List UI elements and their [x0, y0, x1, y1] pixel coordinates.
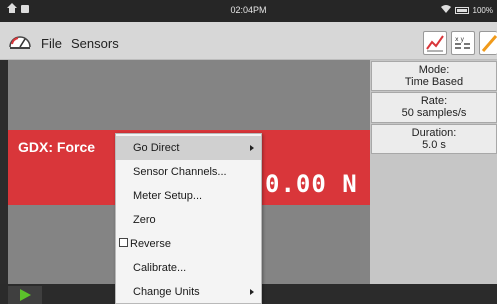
meter-gauge-icon[interactable] [8, 30, 32, 52]
wifi-icon [440, 5, 451, 15]
sensors-menu[interactable]: Sensors [71, 36, 119, 51]
menu-item-sensor-channels[interactable]: Sensor Channels... [116, 160, 261, 184]
meter-sensor-label[interactable]: GDX: Force [18, 139, 95, 155]
menu-item-label: Change Units [133, 286, 200, 298]
menu-item-label: Zero [133, 214, 156, 226]
menu-item-meter-setup[interactable]: Meter Setup... [116, 184, 261, 208]
pencil-icon [481, 35, 497, 52]
menu-item-go-direct[interactable]: Go Direct [116, 136, 261, 160]
duration-cell[interactable]: Duration: 5.0 s [371, 124, 497, 154]
duration-label: Duration: [411, 127, 457, 139]
reverse-checkbox[interactable] [119, 238, 128, 247]
mode-cell[interactable]: Mode: Time Based [371, 61, 497, 91]
menu-item-calibrate[interactable]: Calibrate... [116, 256, 261, 280]
rate-value: 50 samples/s [401, 107, 467, 119]
rate-label: Rate: [420, 95, 448, 107]
collect-button[interactable] [8, 286, 42, 304]
battery-icon [454, 6, 469, 14]
graph-view-button[interactable] [423, 31, 447, 55]
menu-item-label: Reverse [130, 238, 171, 250]
meter-context-menu: Go Direct Sensor Channels... Meter Setup… [115, 133, 262, 304]
menu-item-zero[interactable]: Zero [116, 208, 261, 232]
menu-item-change-units[interactable]: Change Units [116, 280, 261, 304]
submenu-arrow-icon [250, 145, 254, 151]
rate-cell[interactable]: Rate: 50 samples/s [371, 92, 497, 123]
menu-item-label: Go Direct [133, 142, 180, 154]
table-view-button[interactable]: x y [451, 31, 475, 55]
mode-label: Mode: [418, 64, 450, 76]
meter-view-button[interactable] [479, 31, 497, 55]
svg-text:x y: x y [455, 36, 464, 43]
status-bar: 02:04PM 100% [0, 0, 497, 22]
status-time: 02:04PM [230, 5, 267, 15]
menu-item-reverse[interactable]: Reverse [116, 232, 261, 256]
meter-value: 0.00 N [265, 170, 358, 198]
duration-value: 5.0 s [422, 139, 446, 151]
submenu-arrow-icon [250, 289, 254, 295]
file-menu[interactable]: File [41, 36, 62, 51]
menu-item-label: Meter Setup... [133, 190, 203, 202]
menu-item-label: Calibrate... [133, 262, 187, 274]
table-icon: x y [455, 36, 470, 49]
mode-value: Time Based [404, 76, 464, 88]
menu-bar: File Sensors x y [0, 22, 497, 60]
status-right: 100% [440, 5, 493, 15]
menu-item-label: Sensor Channels... [133, 166, 227, 178]
battery-level: 100% [472, 5, 493, 15]
graph-icon [426, 35, 444, 52]
play-icon [20, 289, 31, 301]
